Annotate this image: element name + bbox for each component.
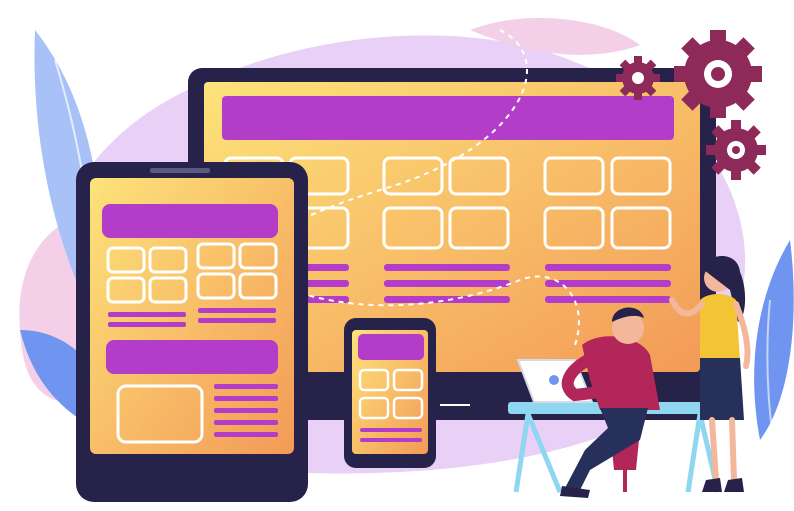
- header-bar: [222, 96, 674, 140]
- illustration-canvas: [0, 0, 794, 511]
- tablet: [76, 162, 308, 502]
- smartphone: [344, 318, 436, 468]
- tablet-header: [102, 204, 278, 238]
- gear-icon: [616, 56, 660, 100]
- gear-icon: [706, 120, 766, 180]
- gear-icon: [674, 30, 762, 118]
- responsive-design-illustration: [19, 18, 794, 502]
